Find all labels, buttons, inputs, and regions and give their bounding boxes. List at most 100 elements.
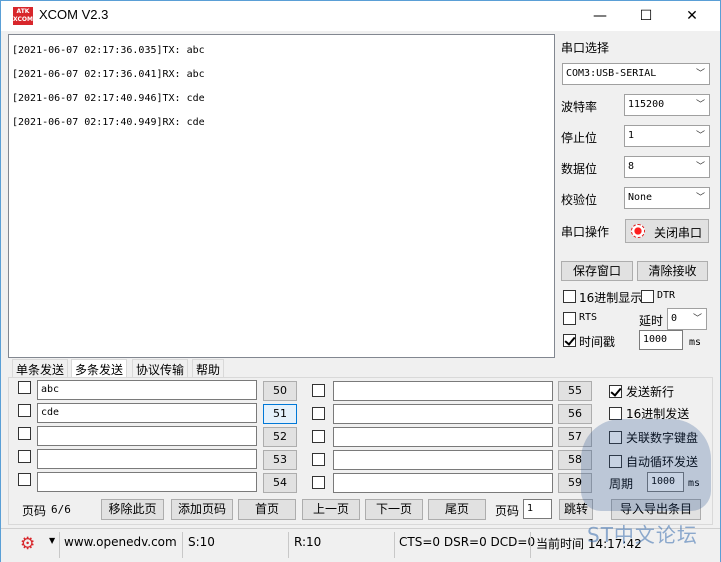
watermark: ST中文论坛 xyxy=(587,523,698,547)
chevron-down-icon: ﹀ xyxy=(695,100,705,110)
goto-page-input[interactable]: 1 xyxy=(523,499,552,519)
first-page-button[interactable]: 首页 xyxy=(238,499,296,520)
row-checkbox[interactable] xyxy=(18,450,31,463)
port-select-value: COM3:USB-SERIAL xyxy=(566,68,657,79)
send-item-button[interactable]: 55 xyxy=(558,381,592,401)
send-item-button[interactable]: 53 xyxy=(263,450,297,470)
chevron-down-icon: ﹀ xyxy=(695,162,705,172)
close-port-label: 关闭串口 xyxy=(654,226,703,240)
stop-bits-select[interactable]: 1 ﹀ xyxy=(624,125,710,147)
parity-label: 校验位 xyxy=(561,193,598,207)
add-page-button[interactable]: 添加页码 xyxy=(171,499,233,520)
row-checkbox[interactable] xyxy=(312,407,325,420)
send-input[interactable] xyxy=(333,473,553,493)
send-input[interactable] xyxy=(37,449,257,469)
line-status: CTS=0 DSR=0 DCD=0 xyxy=(399,535,536,549)
row-checkbox[interactable] xyxy=(312,430,325,443)
row-checkbox[interactable] xyxy=(18,404,31,417)
timestamp-input[interactable]: 1000 xyxy=(639,330,683,350)
send-input[interactable]: abc xyxy=(37,380,257,400)
delay-label: 延时 xyxy=(639,314,664,328)
parity-value: None xyxy=(628,192,653,203)
data-bits-label: 数据位 xyxy=(561,162,598,176)
close-port-button[interactable]: 关闭串口 xyxy=(625,219,709,243)
chevron-down-icon: ﹀ xyxy=(695,131,705,141)
receive-line: [2021-06-07 02:17:40.949]RX: cde xyxy=(12,117,205,128)
port-select[interactable]: COM3:USB-SERIAL ﹀ xyxy=(562,63,710,85)
divider xyxy=(182,532,183,558)
delay-value: 0 xyxy=(671,313,678,324)
rts-checkbox[interactable] xyxy=(563,312,576,325)
baud-value: 115200 xyxy=(628,99,665,110)
website-link[interactable]: www.openedv.com xyxy=(64,535,177,549)
minimize-button[interactable]: — xyxy=(577,1,623,31)
hex-display-checkbox[interactable] xyxy=(563,290,576,303)
row-checkbox[interactable] xyxy=(18,427,31,440)
maximize-button[interactable]: ☐ xyxy=(623,1,669,31)
xcom-window: ATK XCOM XCOM V2.3 — ☐ ✕ [2021-06-07 02:1… xyxy=(0,0,721,562)
send-input[interactable] xyxy=(333,427,553,447)
app-logo: ATK XCOM xyxy=(13,7,33,25)
tab-help[interactable]: 帮助 xyxy=(192,359,225,378)
divider xyxy=(530,532,531,558)
timestamp-checkbox[interactable] xyxy=(563,334,576,347)
row-checkbox[interactable] xyxy=(18,473,31,486)
close-button[interactable]: ✕ xyxy=(669,1,715,31)
port-op-label: 串口操作 xyxy=(561,225,610,239)
dtr-checkbox[interactable] xyxy=(641,290,654,303)
divider xyxy=(59,532,60,558)
divider xyxy=(288,532,289,558)
send-item-button[interactable]: 54 xyxy=(263,473,297,493)
send-item-button[interactable]: 52 xyxy=(263,427,297,447)
sent-count: S:10 xyxy=(188,535,215,549)
received-count: R:10 xyxy=(294,535,322,549)
hex-display-label: 16进制显示 xyxy=(579,291,643,305)
baud-label: 波特率 xyxy=(561,100,598,114)
send-input[interactable] xyxy=(37,472,257,492)
send-newline-checkbox[interactable] xyxy=(609,385,622,398)
tab-protocol[interactable]: 协议传输 xyxy=(132,359,189,378)
send-newline-label: 发送新行 xyxy=(626,385,675,399)
send-item-button[interactable]: 50 xyxy=(263,381,297,401)
row-checkbox[interactable] xyxy=(312,476,325,489)
row-checkbox[interactable] xyxy=(312,384,325,397)
last-page-button[interactable]: 尾页 xyxy=(428,499,486,520)
rts-label: RTS xyxy=(579,312,598,323)
gear-icon[interactable]: ⚙ xyxy=(20,534,35,554)
tab-single-send[interactable]: 单条发送 xyxy=(12,359,69,378)
receive-textarea[interactable]: [2021-06-07 02:17:36.035]TX: abc [2021-0… xyxy=(8,34,555,358)
send-input[interactable] xyxy=(37,426,257,446)
page-indicator: 6/6 xyxy=(51,503,71,516)
chevron-down-icon: ﹀ xyxy=(692,314,702,324)
prev-page-button[interactable]: 上一页 xyxy=(302,499,360,520)
tab-multi-send[interactable]: 多条发送 xyxy=(71,359,128,378)
receive-line: [2021-06-07 02:17:36.041]RX: abc xyxy=(12,69,205,80)
send-item-button[interactable]: 51 xyxy=(263,404,297,424)
send-input[interactable]: cde xyxy=(37,403,257,423)
title-bar: ATK XCOM XCOM V2.3 — ☐ ✕ xyxy=(1,1,720,31)
baud-select[interactable]: 115200 ﹀ xyxy=(624,94,710,116)
row-checkbox[interactable] xyxy=(18,381,31,394)
row-checkbox[interactable] xyxy=(312,453,325,466)
goto-page-label: 页码 xyxy=(495,504,520,518)
delay-select[interactable]: 0 ﹀ xyxy=(667,308,707,330)
data-bits-value: 8 xyxy=(628,161,635,172)
watermark-icon xyxy=(581,419,711,511)
send-input[interactable] xyxy=(333,381,553,401)
send-input[interactable] xyxy=(333,450,553,470)
data-bits-select[interactable]: 8 ﹀ xyxy=(624,156,710,178)
stop-bits-value: 1 xyxy=(628,130,635,141)
clear-receive-button[interactable]: 清除接收 xyxy=(637,261,708,281)
receive-line: [2021-06-07 02:17:36.035]TX: abc xyxy=(12,45,205,56)
send-input[interactable] xyxy=(333,404,553,424)
chevron-down-icon: ﹀ xyxy=(695,69,705,79)
remove-page-button[interactable]: 移除此页 xyxy=(101,499,164,520)
send-item-button[interactable]: 56 xyxy=(558,404,592,424)
caret-down-icon[interactable]: ▼ xyxy=(49,536,55,545)
parity-select[interactable]: None ﹀ xyxy=(624,187,710,209)
dtr-label: DTR xyxy=(657,290,676,301)
next-page-button[interactable]: 下一页 xyxy=(365,499,423,520)
save-window-button[interactable]: 保存窗口 xyxy=(561,261,633,281)
page-label: 页码 xyxy=(22,504,47,518)
window-title: XCOM V2.3 xyxy=(39,7,109,22)
